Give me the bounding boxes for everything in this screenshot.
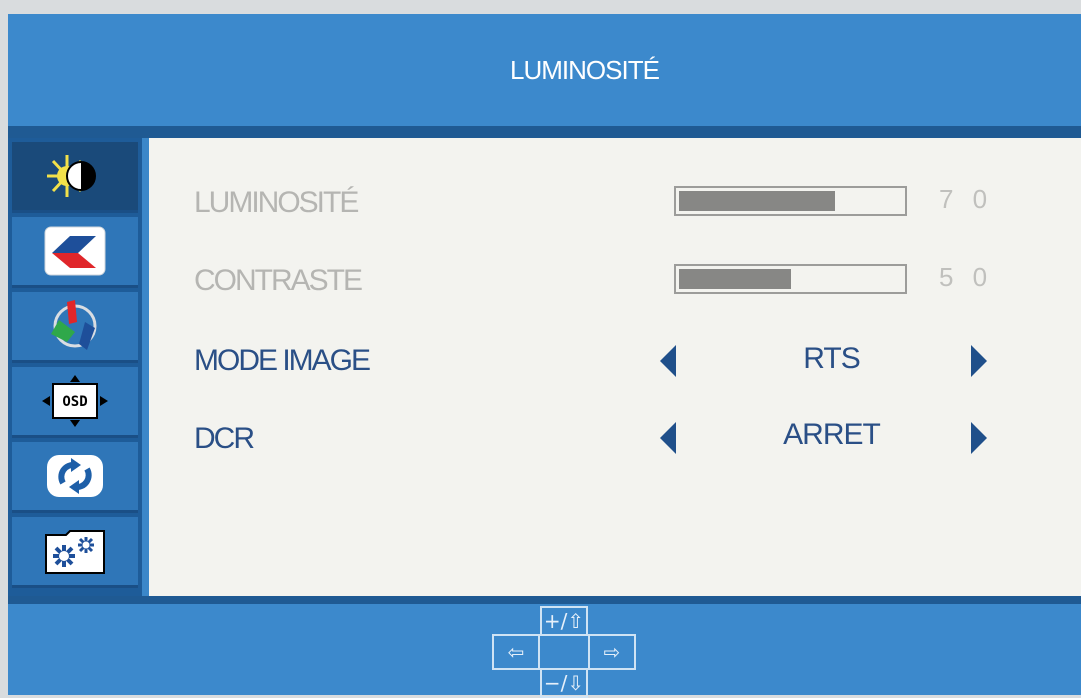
sidebar-item-osd[interactable]: OSD [12, 367, 138, 438]
right-key-icon: ⇨ [588, 634, 636, 670]
dcr-prev-arrow[interactable] [660, 422, 676, 454]
sidebar-item-image[interactable] [12, 217, 138, 288]
picture-mode-next-arrow[interactable] [971, 345, 987, 377]
picture-mode-value: RTS [803, 342, 860, 375]
down-key-icon: −/⇩ [540, 668, 588, 698]
dcr-label: DCR [194, 422, 255, 455]
dcr-next-arrow[interactable] [971, 422, 987, 454]
reset-icon [47, 455, 103, 497]
left-key-icon: ⇦ [492, 634, 540, 670]
sidebar-item-extra[interactable] [12, 517, 138, 588]
key-guide: +/⇧ ⇦ ⇨ −/⇩ [8, 604, 1081, 698]
sidebar-item-brightness[interactable] [12, 142, 138, 213]
color-icon [51, 300, 97, 350]
extra-settings-icon [45, 530, 105, 574]
brightness-slider-fill [679, 191, 836, 211]
contrast-value: 5 0 [939, 262, 994, 292]
picture-mode-label: MODE IMAGE [194, 344, 371, 377]
picture-mode-prev-arrow[interactable] [660, 345, 676, 377]
sidebar-item-reset[interactable] [12, 442, 138, 513]
sidebar-item-color[interactable] [12, 292, 138, 363]
menu-title: LUMINOSITÉ [510, 54, 660, 85]
title-divider [8, 126, 1081, 138]
image-icon [44, 226, 106, 276]
osd-menu: LUMINOSITÉ OSD LUMINOSITÉ 7 0 CONTRASTE … [8, 14, 1081, 698]
brightness-label: LUMINOSITÉ [194, 186, 359, 219]
up-key-icon: +/⇧ [540, 606, 588, 636]
brightness-value: 7 0 [939, 184, 994, 214]
osd-icon-text: OSD [62, 394, 87, 410]
title-bar: LUMINOSITÉ [8, 14, 1081, 126]
contrast-slider[interactable] [674, 264, 907, 294]
dcr-value: ARRET [783, 418, 881, 451]
contrast-slider-fill [679, 269, 791, 289]
osd-settings-icon: OSD [42, 375, 108, 427]
settings-panel: LUMINOSITÉ 7 0 CONTRASTE 5 0 MODE IMAGE … [149, 138, 1081, 596]
brightness-slider[interactable] [674, 186, 907, 216]
brightness-icon [47, 155, 96, 197]
contrast-label: CONTRASTE [194, 264, 363, 297]
sidebar: OSD [8, 138, 142, 604]
